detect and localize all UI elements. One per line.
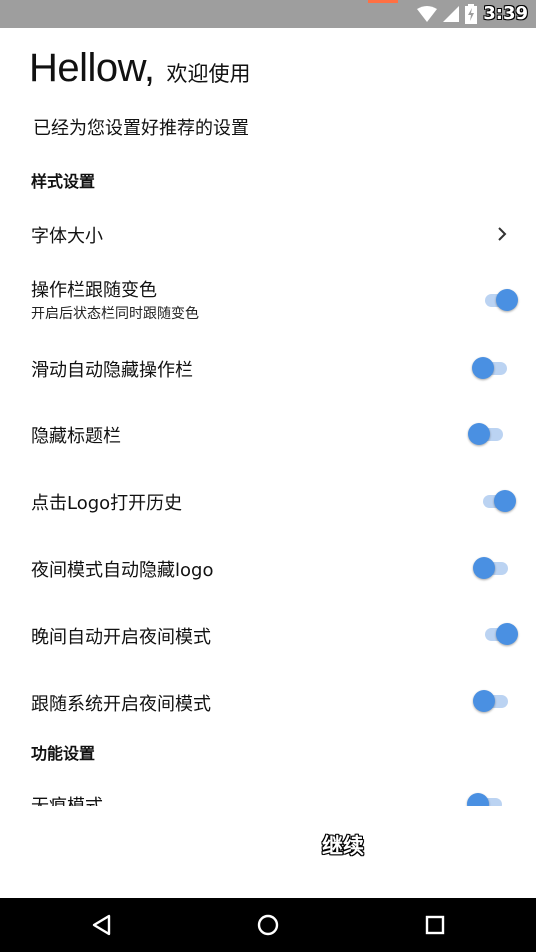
- setting-logo-history: 点击Logo打开历史: [31, 493, 183, 514]
- status-bar: 3:39: [0, 0, 536, 28]
- recents-icon[interactable]: [420, 910, 450, 940]
- setting-toolbar-color: 操作栏跟随变色: [31, 280, 157, 301]
- hide-titlebar-switch[interactable]: [468, 421, 508, 447]
- switch-thumb: [473, 690, 495, 712]
- status-icons: 3:39: [417, 3, 528, 25]
- signal-icon: [443, 6, 460, 22]
- battery-charging-icon: [465, 4, 478, 24]
- switch-thumb: [473, 557, 495, 579]
- switch-thumb: [496, 289, 518, 311]
- switch-thumb: [494, 490, 516, 512]
- greeting: Hellow, 欢迎使用: [29, 46, 250, 91]
- toolbar-color-switch[interactable]: [480, 287, 520, 313]
- scroll-hide-toolbar-switch[interactable]: [472, 355, 512, 381]
- setting-night-auto: 晚间自动开启夜间模式: [31, 627, 211, 648]
- setting-hide-titlebar: 隐藏标题栏: [31, 426, 121, 447]
- switch-thumb: [468, 423, 490, 445]
- navigation-bar: [0, 898, 536, 952]
- welcome-text: 欢迎使用: [166, 62, 251, 86]
- section-header-style: 样式设置: [31, 172, 96, 191]
- setting-follow-system-night: 跟随系统开启夜间模式: [31, 694, 211, 715]
- notification-indicator: [368, 0, 398, 3]
- continue-button[interactable]: 继续: [322, 830, 364, 860]
- switch-thumb: [472, 357, 494, 379]
- setting-night-hide-logo: 夜间模式自动隐藏logo: [31, 560, 214, 581]
- follow-system-night-switch[interactable]: [473, 688, 513, 714]
- night-hide-logo-switch[interactable]: [473, 555, 513, 581]
- switch-thumb: [496, 623, 518, 645]
- greeting-title: Hellow,: [29, 46, 155, 90]
- chevron-right-icon[interactable]: [494, 223, 510, 245]
- status-time: 3:39: [483, 3, 528, 24]
- setting-font-size[interactable]: 字体大小: [31, 222, 103, 248]
- footer-area: [0, 806, 536, 898]
- logo-history-switch[interactable]: [478, 488, 518, 514]
- back-icon[interactable]: [88, 910, 118, 940]
- wifi-icon: [417, 6, 438, 22]
- setting-toolbar-color-desc: 开启后状态栏同时跟随变色: [31, 306, 199, 322]
- setting-scroll-hide-toolbar: 滑动自动隐藏操作栏: [31, 360, 193, 381]
- section-header-function: 功能设置: [31, 744, 96, 763]
- night-auto-switch[interactable]: [480, 621, 520, 647]
- home-icon[interactable]: [253, 910, 283, 940]
- subtitle: 已经为您设置好推荐的设置: [33, 118, 249, 139]
